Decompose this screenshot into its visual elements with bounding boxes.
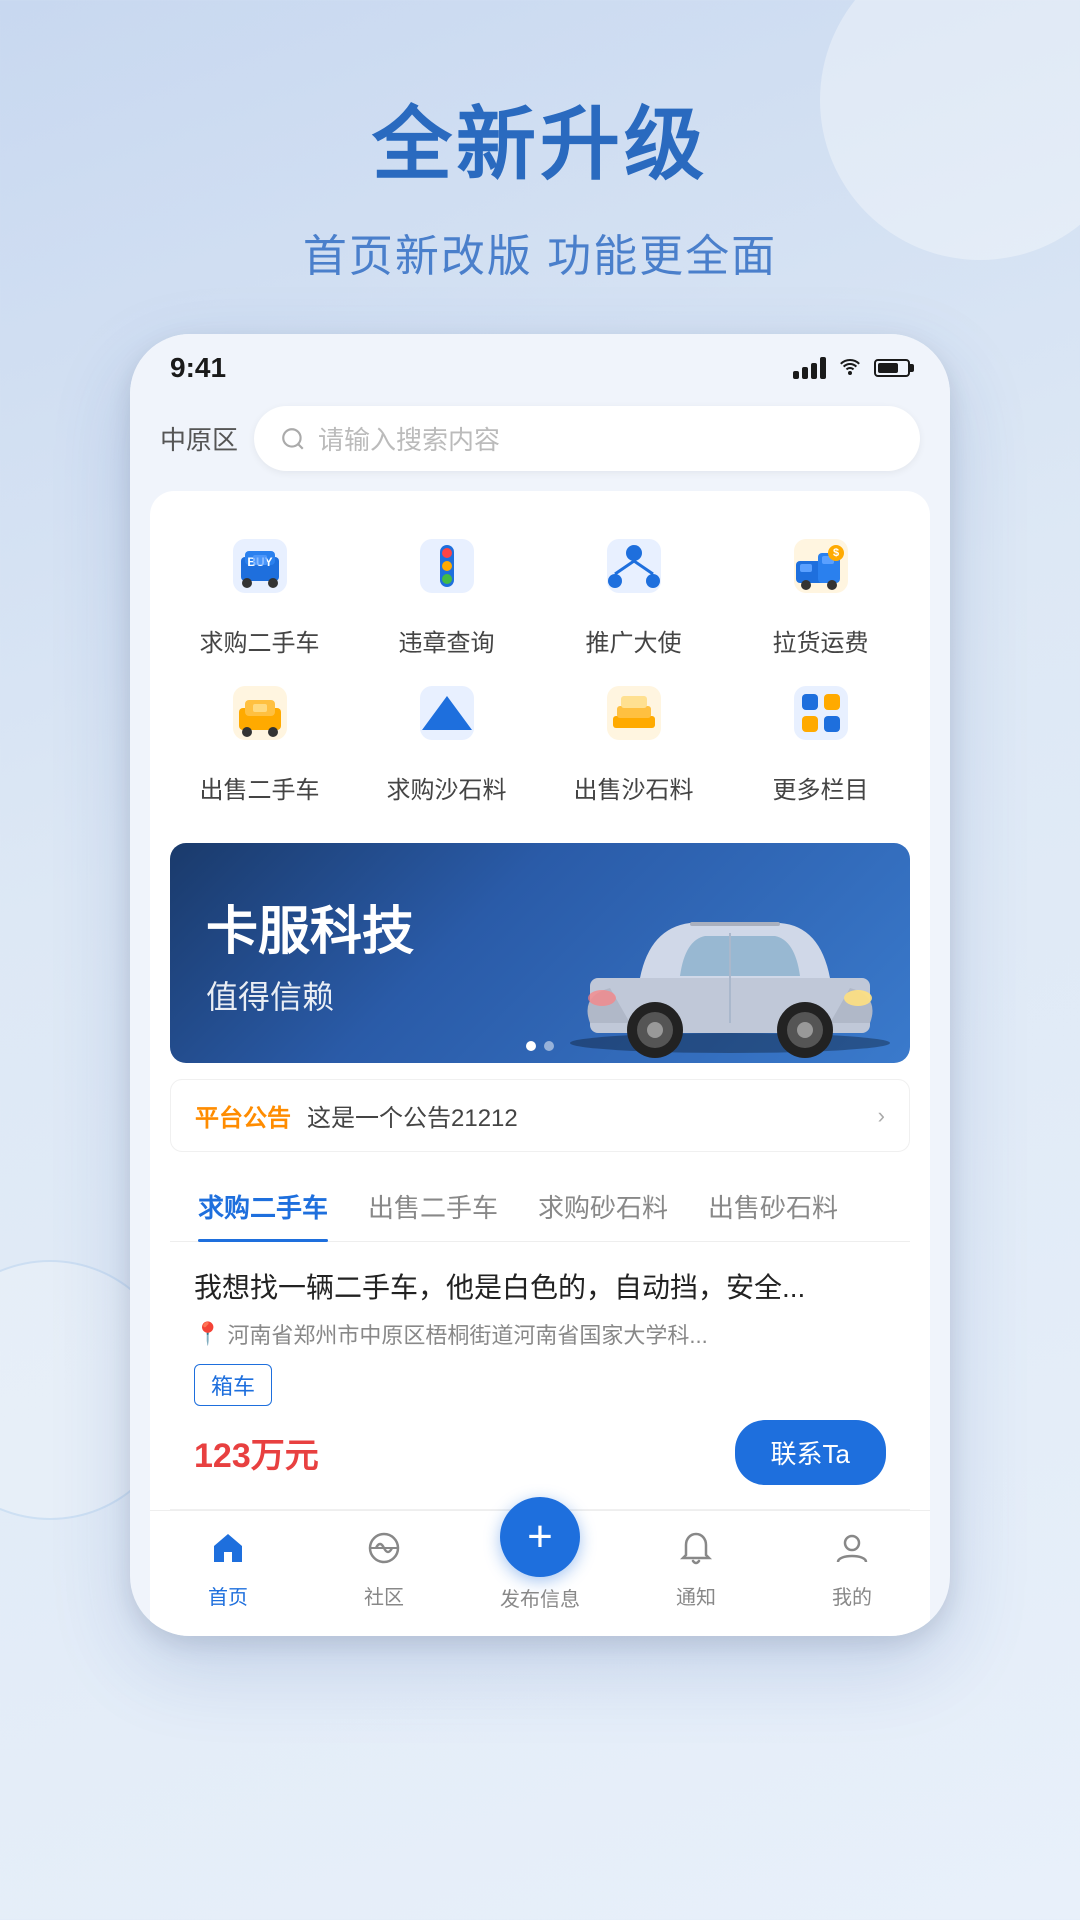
icon-label-freight: 拉货运费 xyxy=(773,623,869,658)
listing-title: 我想找一辆二手车，他是白色的，自动挡，安全... xyxy=(194,1266,886,1306)
nav-item-notify[interactable]: 通知 xyxy=(636,1530,756,1610)
banner-subtitle: 值得信赖 xyxy=(206,972,414,1018)
status-icons xyxy=(793,355,910,381)
buy-used-car-icon: BUY xyxy=(215,521,305,611)
nav-item-community[interactable]: 社区 xyxy=(324,1530,444,1610)
listing-card: 我想找一辆二手车，他是白色的，自动挡，安全... 📍 河南省郑州市中原区梧桐街道… xyxy=(170,1242,910,1510)
location-pin-icon: 📍 xyxy=(194,1321,221,1347)
tab-buy-car[interactable]: 求购二手车 xyxy=(178,1172,348,1241)
notice-bar[interactable]: 平台公告 这是一个公告21212 › xyxy=(170,1079,910,1152)
location-label: 中原区 xyxy=(160,420,238,457)
search-icon xyxy=(280,426,306,452)
nav-label-notify: 通知 xyxy=(676,1581,716,1610)
notice-tag: 平台公告 xyxy=(195,1098,291,1133)
nav-label-mine: 我的 xyxy=(832,1581,872,1610)
search-bar-container: 中原区 请输入搜索内容 xyxy=(130,392,950,491)
icon-sell-used-car[interactable]: 出售二手车 xyxy=(180,668,340,805)
home-icon xyxy=(210,1530,246,1575)
icon-label-buy-sand: 求购沙石料 xyxy=(387,770,507,805)
banner-title: 卡服科技 xyxy=(206,889,414,964)
banner-dot-1 xyxy=(526,1041,536,1051)
sell-sand-icon xyxy=(589,668,679,758)
icon-row-1: BUY 求购二手车 xyxy=(166,521,914,658)
icon-buy-sand[interactable]: 求购沙石料 xyxy=(367,668,527,805)
icon-sell-sand[interactable]: 出售沙石料 xyxy=(554,668,714,805)
listing-bottom: 123万元 联系Ta xyxy=(194,1420,886,1485)
phone-mockup: 9:41 中原区 请输入搜索内容 xyxy=(130,334,950,1636)
listing-tag-box-car: 箱车 xyxy=(194,1364,272,1406)
notice-arrow-icon: › xyxy=(878,1103,885,1129)
buy-sand-icon xyxy=(402,668,492,758)
icon-label-sell-sand: 出售沙石料 xyxy=(574,770,694,805)
traffic-check-icon xyxy=(402,521,492,611)
tab-buy-gravel[interactable]: 求购砂石料 xyxy=(518,1172,688,1241)
tab-bar: 求购二手车 出售二手车 求购砂石料 出售砂石料 xyxy=(170,1172,910,1242)
banner-text-area: 卡服科技 值得信赖 xyxy=(170,865,450,1042)
banner-dots xyxy=(526,1041,554,1051)
icon-label-more: 更多栏目 xyxy=(773,770,869,805)
nav-item-mine[interactable]: 我的 xyxy=(792,1530,912,1610)
icon-traffic-check[interactable]: 违章查询 xyxy=(367,521,527,658)
wifi-icon xyxy=(838,355,862,381)
nav-label-community: 社区 xyxy=(364,1581,404,1610)
icon-more[interactable]: 更多栏目 xyxy=(741,668,901,805)
svg-text:$: $ xyxy=(832,547,838,559)
sell-used-car-icon xyxy=(215,668,305,758)
icon-label-traffic-check: 违章查询 xyxy=(399,623,495,658)
publish-plus-icon[interactable]: + xyxy=(500,1497,580,1577)
bottom-nav: 首页 社区 + 发布信息 通知 xyxy=(150,1510,930,1636)
content-area: BUY 求购二手车 xyxy=(150,491,930,1510)
listing-price: 123万元 xyxy=(194,1428,319,1477)
bell-icon xyxy=(678,1530,714,1575)
notice-content: 这是一个公告21212 xyxy=(307,1098,862,1133)
banner-dot-2 xyxy=(544,1041,554,1051)
icon-grid: BUY 求购二手车 xyxy=(150,501,930,835)
signal-icon xyxy=(793,357,826,379)
banner-car-image xyxy=(560,868,900,1058)
listing-location-text: 河南省郑州市中原区梧桐街道河南省国家大学科... xyxy=(227,1318,707,1350)
icon-label-promote: 推广大使 xyxy=(586,623,682,658)
tab-sell-gravel[interactable]: 出售砂石料 xyxy=(688,1172,858,1241)
promote-icon xyxy=(589,521,679,611)
icon-freight[interactable]: $ 拉货运费 xyxy=(741,521,901,658)
status-bar: 9:41 xyxy=(130,334,950,392)
notice-tag-blue-part: 平台 xyxy=(195,1105,243,1132)
listing-location: 📍 河南省郑州市中原区梧桐街道河南省国家大学科... xyxy=(194,1318,886,1350)
community-icon xyxy=(366,1530,402,1575)
contact-button[interactable]: 联系Ta xyxy=(735,1420,886,1485)
user-icon xyxy=(834,1530,870,1575)
icon-promote[interactable]: 推广大使 xyxy=(554,521,714,658)
icon-buy-used-car[interactable]: BUY 求购二手车 xyxy=(180,521,340,658)
listing-tags: 箱车 xyxy=(194,1364,886,1406)
header-area: 全新升级 首页新改版 功能更全面 xyxy=(0,0,1080,334)
tab-sell-car[interactable]: 出售二手车 xyxy=(348,1172,518,1241)
status-time: 9:41 xyxy=(170,352,226,384)
search-input-wrap[interactable]: 请输入搜索内容 xyxy=(254,406,920,471)
notice-tag-orange-part: 公告 xyxy=(243,1105,291,1132)
icon-label-buy-used-car: 求购二手车 xyxy=(200,623,320,658)
icon-row-2: 出售二手车 求购沙石料 xyxy=(166,668,914,805)
more-icon xyxy=(776,668,866,758)
icon-label-sell-used-car: 出售二手车 xyxy=(200,770,320,805)
banner-area: 卡服科技 值得信赖 xyxy=(170,843,910,1063)
battery-icon xyxy=(874,359,910,377)
nav-item-home[interactable]: 首页 xyxy=(168,1530,288,1610)
nav-label-home: 首页 xyxy=(208,1581,248,1610)
header-title: 全新升级 xyxy=(60,80,1020,196)
header-subtitle: 首页新改版 功能更全面 xyxy=(60,220,1020,284)
search-placeholder-text: 请输入搜索内容 xyxy=(318,420,500,457)
freight-icon: $ xyxy=(776,521,866,611)
nav-label-publish: 发布信息 xyxy=(500,1583,580,1612)
nav-item-publish[interactable]: + 发布信息 xyxy=(480,1527,600,1612)
